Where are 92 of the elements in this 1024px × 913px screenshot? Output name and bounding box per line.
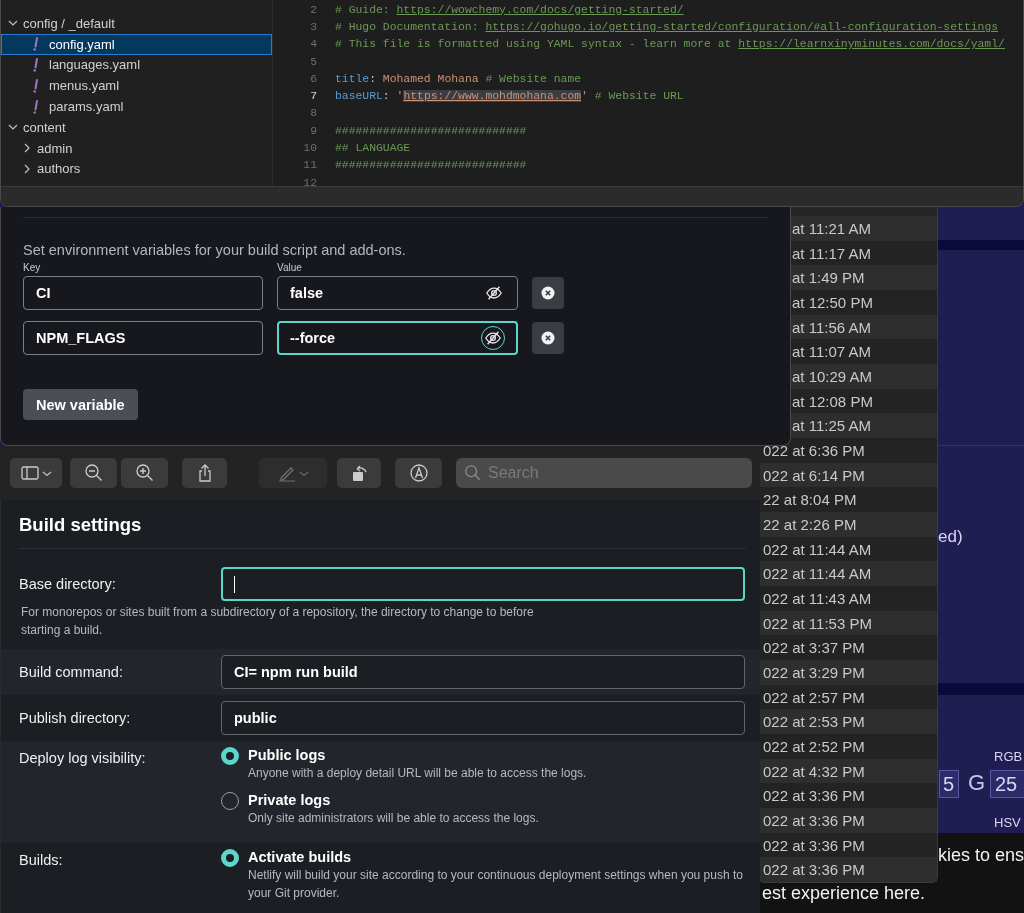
key-label: Key — [23, 262, 42, 273]
line-number: 10 — [302, 142, 318, 154]
yaml-file-icon — [31, 99, 41, 114]
hsv-label: HSV — [994, 815, 1021, 830]
page-text: ed) — [938, 527, 963, 547]
new-variable-button[interactable]: New variable — [23, 389, 138, 420]
file-item[interactable]: menus.yaml — [1, 75, 272, 97]
cookie-text: kies to ens — [938, 845, 1024, 866]
folder-item[interactable]: config / _default — [1, 13, 272, 34]
date-modified-cell: 022 at 2:53 PM — [759, 709, 937, 735]
line-number: 7 — [309, 90, 318, 103]
zoom-out-icon — [83, 463, 104, 483]
date-modified-cell: 022 at 3:36 PM — [759, 808, 937, 833]
hidden-eye-icon[interactable] — [484, 329, 502, 347]
zoom-out-button[interactable] — [70, 458, 117, 488]
folder-item[interactable]: content — [1, 117, 272, 138]
line-number: 4 — [309, 38, 318, 51]
code-line: # Hugo Documentation: https://gohugo.io/getting-started/configuration/#all-configuration-settings — [335, 20, 999, 33]
line-number: 5 — [309, 55, 318, 68]
markup-button[interactable] — [395, 458, 442, 488]
option-title: Private logs — [248, 792, 332, 808]
file-item[interactable]: params.yaml — [1, 96, 272, 117]
channel-value-field[interactable]: 25 — [990, 770, 1024, 798]
value-field[interactable]: false — [277, 276, 518, 310]
radio-button[interactable] — [221, 747, 239, 765]
line-number: 9 — [309, 124, 318, 137]
option-description: Only site administrators will be able to access the logs. — [248, 810, 539, 827]
option-title: Activate builds — [248, 849, 353, 865]
key-field[interactable]: CI — [23, 276, 263, 310]
date-modified-cell: 22 at 2:26 PM — [759, 512, 937, 537]
code-line: ############################ — [335, 124, 527, 137]
sidebar-icon — [20, 463, 40, 483]
remove-button[interactable] — [532, 277, 564, 309]
value-label: Value — [277, 262, 303, 273]
code-line: ############################ — [335, 159, 527, 172]
remove-button[interactable] — [532, 322, 564, 354]
field-label: Publish directory: — [19, 709, 132, 728]
radio-button[interactable] — [221, 849, 239, 867]
code-line: ## LANGUAGE — [335, 142, 411, 154]
line-number: 8 — [309, 107, 318, 120]
line-number: 3 — [309, 20, 318, 33]
date-modified-cell: 022 at 11:53 PM — [759, 610, 937, 636]
rotate-button[interactable] — [337, 458, 381, 488]
section-title: Build settings — [19, 514, 746, 549]
cookie-text: est experience here. — [762, 883, 926, 904]
text-input-field[interactable]: CI= npm run build — [221, 655, 745, 689]
key-field[interactable]: NPM_FLAGS — [23, 321, 263, 355]
channel-value-field[interactable]: 5 — [939, 770, 959, 798]
code-line: # Guide: https://wowchemy.com/docs/getting-started/ — [335, 3, 684, 16]
value-field[interactable]: --force — [277, 321, 518, 355]
yaml-file-icon — [31, 78, 41, 93]
date-modified-cell: 022 at 3:36 PM — [759, 857, 937, 883]
code-line: # This file is formatted using YAML syntax - learn more at https://learnxinyminutes.com/docs/yaml/ — [335, 38, 1005, 51]
rgb-label: RGB — [994, 749, 1023, 764]
channel-label: G — [968, 770, 986, 796]
date-modified-cell: 022 at 4:32 PM — [759, 758, 937, 784]
sidebar-toggle-button[interactable] — [10, 458, 62, 488]
text-input-field[interactable] — [221, 567, 745, 601]
yaml-file-icon — [31, 58, 41, 72]
code-line: title: Mohamed Mohana # Website name — [335, 72, 582, 85]
zoom-in-icon — [134, 463, 155, 483]
line-number: 6 — [309, 72, 318, 85]
field-label: Builds: — [19, 851, 64, 870]
option-description: Anyone with a deploy detail URL will be able to access the logs. — [248, 765, 587, 782]
line-number: 2 — [309, 3, 318, 16]
option-description: Netlify will build your site according to your continuous deployment settings when you push to your Git provider. — [248, 867, 744, 902]
close-icon — [541, 331, 555, 345]
zoom-in-button[interactable] — [121, 458, 168, 488]
close-icon — [541, 286, 555, 300]
circled-letter-icon — [408, 463, 429, 483]
hidden-eye-icon[interactable] — [485, 284, 503, 302]
text-input-field[interactable]: public — [221, 701, 745, 735]
code-line: baseURL: 'https://www.mohdmohana.com' # Website URL — [335, 90, 684, 103]
line-number: 12 — [302, 176, 318, 189]
folder-item[interactable]: authors — [1, 158, 272, 180]
date-modified-cell: 022 at 6:14 PM — [759, 462, 937, 488]
file-item[interactable]: config.yaml — [1, 33, 272, 55]
field-label: Base directory: — [19, 575, 117, 594]
file-item[interactable]: languages.yaml — [1, 54, 272, 76]
folder-item[interactable]: admin — [1, 137, 272, 159]
yaml-file-icon — [31, 37, 41, 52]
caret-icon — [299, 470, 309, 476]
field-label: Build command: — [19, 663, 124, 682]
description-text: Set environment variables for your build script and add-ons. — [23, 242, 407, 258]
option-title: Public logs — [248, 747, 327, 763]
share-button[interactable] — [182, 458, 227, 488]
date-modified-cell: 022 at 11:44 AM — [759, 561, 937, 587]
date-modified-cell: 022 at 3:29 PM — [759, 660, 937, 685]
line-number: 11 — [302, 159, 318, 172]
field-label: Deploy log visibility: — [19, 749, 147, 768]
caret-icon — [42, 470, 52, 476]
help-text: For monorepos or sites built from a subdirectory of a repository, the directory to change to before starting a build. — [21, 604, 535, 639]
